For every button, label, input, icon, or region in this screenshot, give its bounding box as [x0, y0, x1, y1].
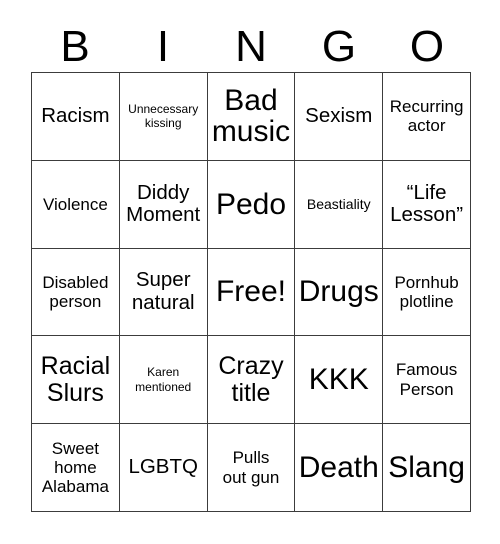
bingo-cell-label: Beastiality [306, 195, 371, 212]
bingo-cell[interactable]: “Life Lesson” [383, 160, 471, 249]
bingo-cell[interactable]: Racism [32, 73, 120, 161]
bingo-cell[interactable]: Karen mentioned [119, 336, 208, 425]
bingo-grid: Racism Unnecessary kissing Bad music Sexism… [31, 72, 471, 512]
bingo-cell[interactable]: Racial Slurs [32, 336, 120, 425]
bingo-cell[interactable]: Diddy Moment [119, 160, 208, 249]
bingo-header-letter-b: B [60, 22, 90, 71]
bingo-cell-label: Bad music [211, 84, 291, 149]
bingo-cell-free-space[interactable]: Free! [207, 248, 296, 337]
bingo-cell[interactable]: Slang [383, 424, 471, 512]
bingo-cell[interactable]: Pornhub plotline [383, 248, 471, 337]
bingo-cell-label: Famous Person [395, 360, 458, 399]
bingo-header-row: BINGO [31, 22, 471, 72]
bingo-cell-label: Super natural [131, 268, 195, 314]
bingo-cell[interactable]: Famous Person [383, 336, 471, 425]
bingo-cell-label: Pedo [215, 187, 287, 221]
bingo-cell-label: Racism [41, 104, 110, 128]
bingo-cell-label: Slang [388, 451, 465, 484]
bingo-header-letter-o: O [409, 22, 445, 71]
bingo-cell-label: Pulls out gun [222, 448, 280, 487]
bingo-cell[interactable]: Crazy title [207, 336, 296, 425]
bingo-cell-label: Recurring actor [389, 97, 464, 136]
bingo-cell[interactable]: Beastiality [295, 160, 384, 249]
bingo-cell-label: Unnecessary kissing [128, 101, 199, 131]
bingo-cell-label: Disabled person [42, 272, 109, 311]
bingo-cell[interactable]: KKK [295, 336, 384, 425]
bingo-cell-label: Death [298, 451, 379, 484]
bingo-header-letter-g: G [321, 22, 357, 71]
bingo-cell[interactable]: Death [295, 424, 384, 512]
bingo-cell[interactable]: Recurring actor [383, 73, 471, 161]
bingo-cell-label: Sweet home Alabama [41, 438, 109, 497]
bingo-cell[interactable]: Pulls out gun [207, 424, 296, 512]
bingo-cell-label: Karen mentioned [135, 365, 192, 394]
bingo-cell[interactable]: LGBTQ [119, 424, 208, 512]
bingo-cell[interactable]: Unnecessary kissing [119, 73, 208, 161]
bingo-cell[interactable]: Super natural [119, 248, 208, 337]
bingo-cell[interactable]: Bad music [207, 73, 296, 161]
bingo-cell-label: LGBTQ [128, 455, 198, 479]
bingo-cell-label: Crazy title [218, 351, 284, 407]
bingo-cell-label: Drugs [298, 275, 379, 309]
bingo-cell-label: Pornhub plotline [394, 272, 459, 311]
bingo-cell[interactable]: Disabled person [32, 248, 120, 337]
bingo-cell-label: Diddy Moment [126, 180, 201, 227]
bingo-cell-label: Racial Slurs [40, 351, 111, 407]
bingo-cell[interactable]: Pedo [207, 160, 296, 249]
bingo-card: B I N G O Racism Unnecessary kissing Bad music… [0, 0, 500, 544]
bingo-cell-label: Sexism [305, 104, 373, 128]
bingo-header-letter-i: I [156, 22, 170, 71]
bingo-header-letter-n: N [235, 22, 267, 71]
bingo-cell[interactable]: Sexism [295, 73, 384, 161]
bingo-cell[interactable]: Violence [32, 160, 120, 249]
bingo-cell[interactable]: Sweet home Alabama [32, 424, 120, 512]
bingo-cell[interactable]: Drugs [295, 248, 384, 337]
bingo-cell-label: Free! [215, 275, 286, 309]
bingo-cell-label: Violence [42, 194, 108, 214]
bingo-cell-label: KKK [308, 363, 369, 397]
bingo-cell-label: “Life Lesson” [390, 180, 464, 227]
